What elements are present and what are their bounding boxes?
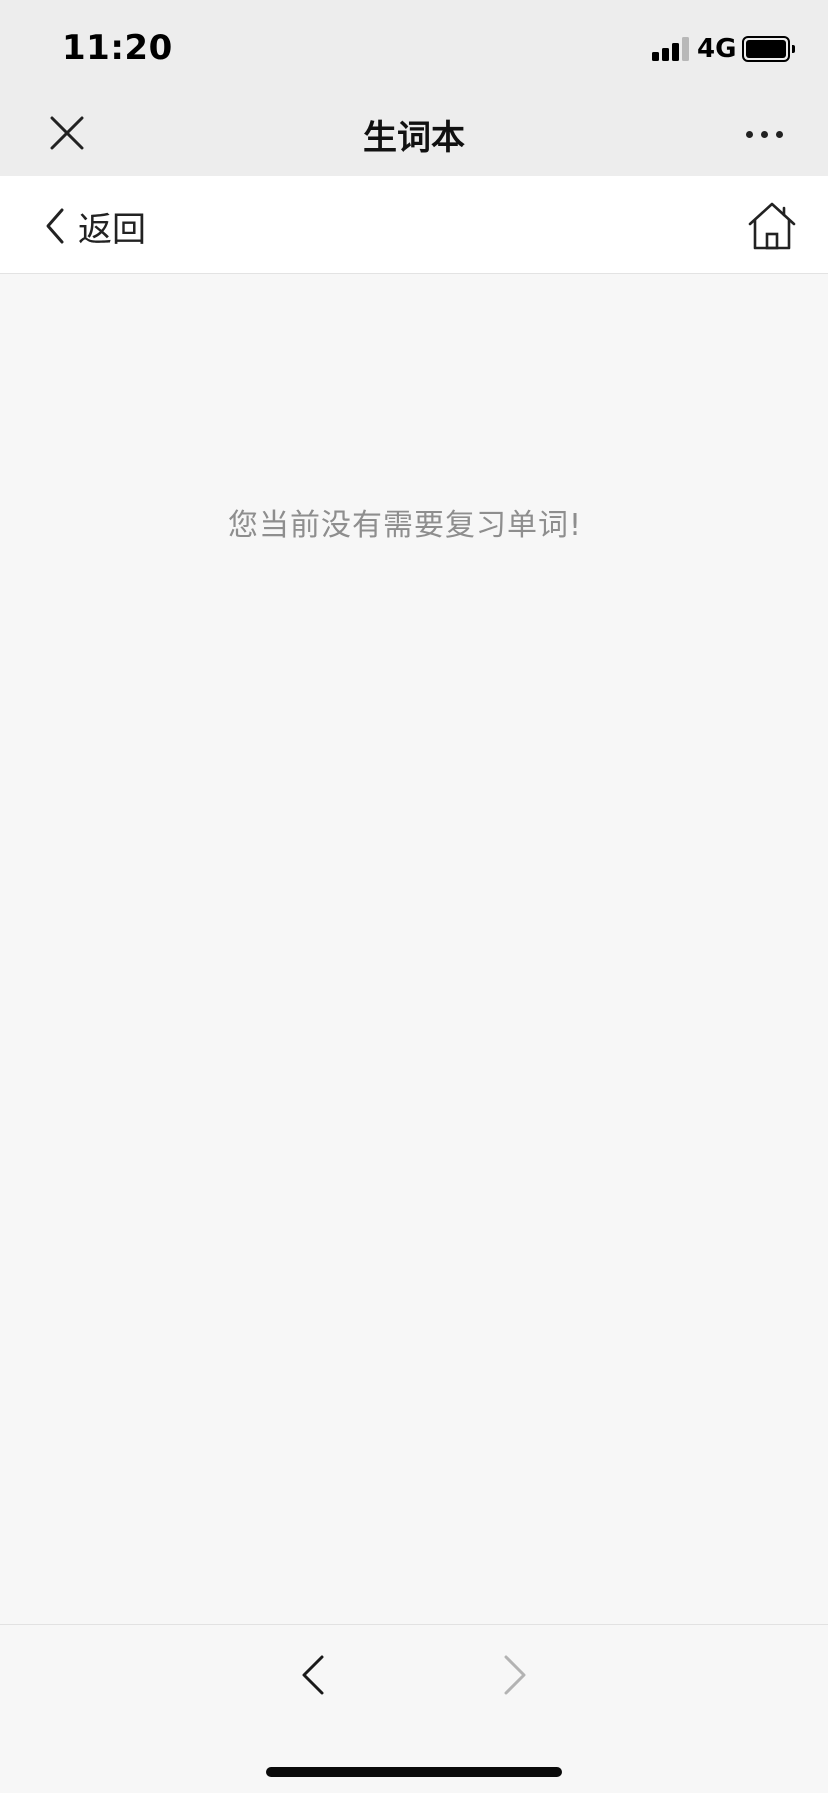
empty-state-message: 您当前没有需要复习单词! [227, 508, 583, 543]
next-page-button[interactable] [490, 1647, 538, 1703]
prev-page-button[interactable] [290, 1647, 338, 1703]
title-bar: 生词本 [0, 92, 828, 176]
home-icon [748, 202, 796, 250]
status-time: 11:20 [62, 28, 173, 68]
page-title: 生词本 [363, 118, 465, 158]
signal-icon [652, 37, 690, 61]
bottom-toolbar [0, 1624, 828, 1793]
nav-bar: 返回 [0, 176, 828, 274]
status-bar: 11:20 4G [0, 0, 828, 92]
next-icon [504, 1655, 526, 1695]
home-indicator[interactable] [266, 1767, 562, 1777]
more-icon [746, 131, 753, 138]
network-label: 4G [697, 34, 737, 64]
home-button[interactable] [744, 198, 800, 254]
chevron-left-icon [46, 208, 64, 244]
battery-icon [742, 36, 795, 62]
prev-icon [302, 1655, 324, 1695]
more-button[interactable] [736, 106, 792, 162]
back-label: 返回 [78, 210, 146, 250]
